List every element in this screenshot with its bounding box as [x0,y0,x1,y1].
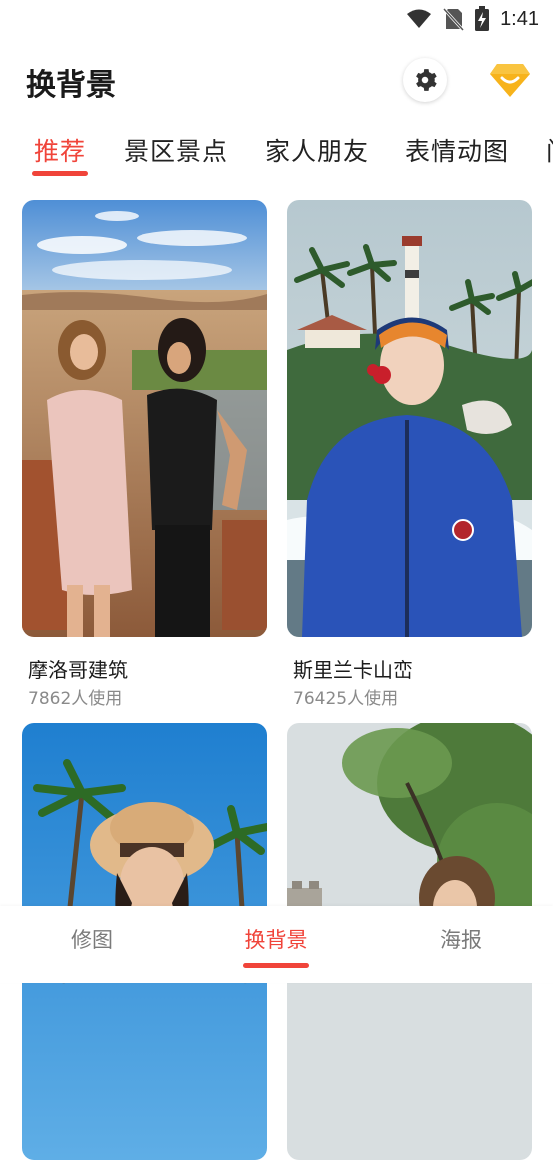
template-card-morocco[interactable]: 摩洛哥建筑 7862人使用 [22,200,267,709]
header: 换背景 [0,50,553,114]
status-icons: 1:41 [406,6,539,32]
template-image[interactable] [287,200,532,637]
tab-partial[interactable]: 门 [546,132,553,168]
settings-button[interactable] [403,58,447,102]
nav-poster[interactable]: 海报 [391,924,531,954]
no-sim-icon [442,7,465,31]
tab-emoji-gifs[interactable]: 表情动图 [405,132,509,168]
card-title: 斯里兰卡山峦 [293,658,413,682]
nav-indicator [243,963,309,968]
tab-scenic-spots[interactable]: 景区景点 [124,132,228,168]
card-usage-count: 7862人使用 [28,689,123,709]
page-title: 换背景 [26,68,116,103]
tab-recommended[interactable]: 推荐 [34,132,86,168]
wifi-icon [407,9,432,28]
tab-indicator [32,171,88,176]
card-title: 摩洛哥建筑 [28,658,128,682]
status-time: 1:41 [500,7,539,30]
category-tabs: 推荐 景区景点 家人朋友 表情动图 门 [0,126,553,182]
diamond-vip-icon [490,64,530,97]
template-card-sri-lanka[interactable]: 斯里兰卡山峦 76425人使用 [287,200,532,709]
card-usage-count: 76425人使用 [293,689,399,709]
vip-button[interactable] [488,60,532,100]
bottom-nav: 修图 换背景 海报 [0,906,553,983]
gear-icon [416,69,437,91]
status-bar: 1:41 [0,0,553,38]
battery-charging-icon [475,6,490,31]
nav-change-background[interactable]: 换背景 [206,924,346,954]
tab-family-friends[interactable]: 家人朋友 [265,132,369,168]
template-image[interactable] [22,200,267,637]
nav-retouch[interactable]: 修图 [22,924,162,954]
